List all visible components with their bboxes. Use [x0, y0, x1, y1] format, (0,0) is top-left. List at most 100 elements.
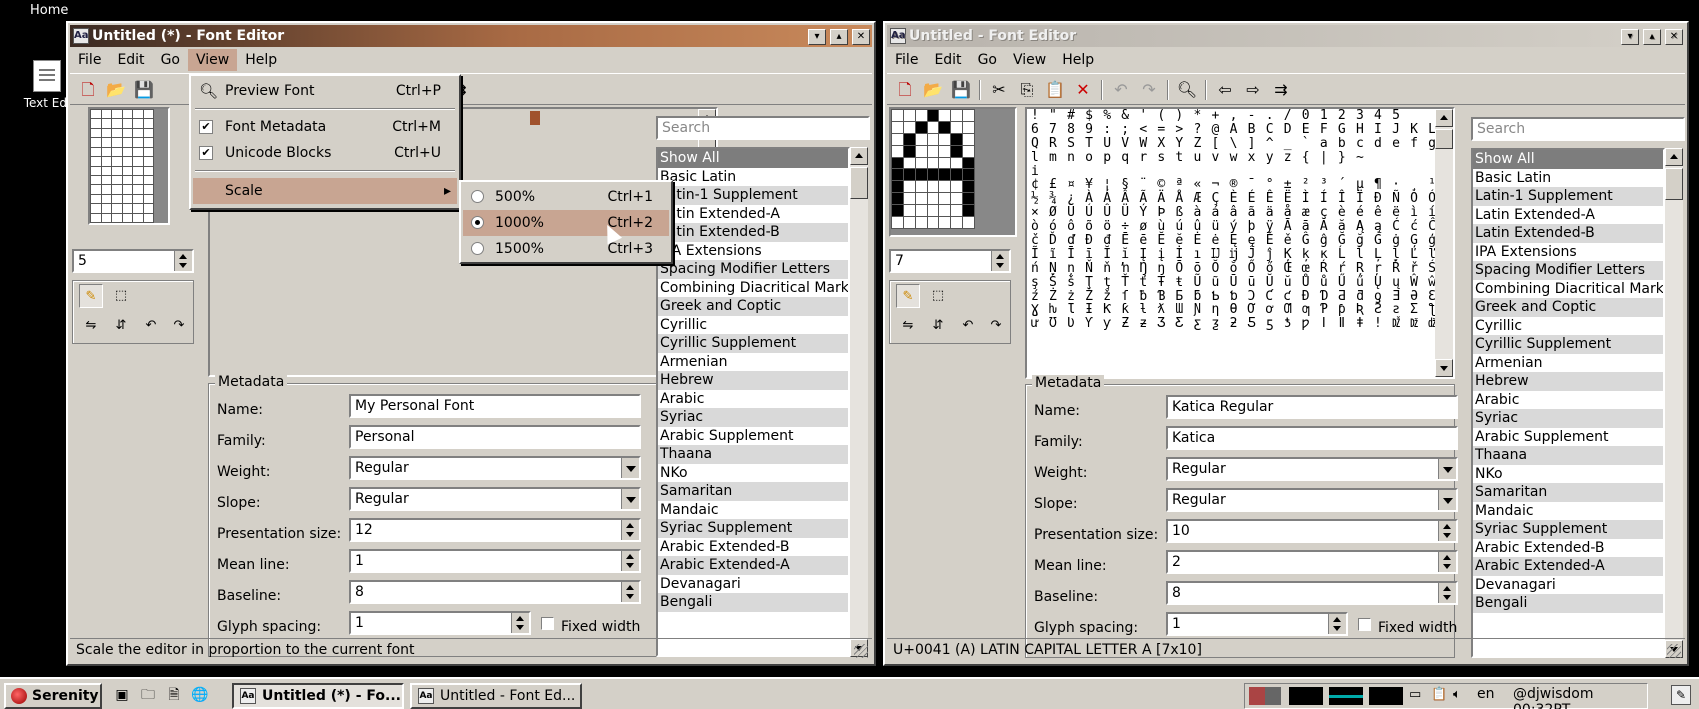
menu-item-scale[interactable]: Scale ▸	[193, 178, 457, 204]
unicode-block-item[interactable]: IPA Extensions	[1473, 242, 1663, 261]
unicode-block-item[interactable]: Mandaic	[658, 500, 848, 519]
close-button[interactable]: ✕	[852, 29, 870, 45]
unicode-block-item[interactable]: Greek and Coptic	[1473, 298, 1663, 317]
unicode-block-item[interactable]: Arabic Extended-B	[1473, 538, 1663, 557]
mean-line-spinbox[interactable]: 1	[349, 549, 641, 573]
pen-tool-icon[interactable]: ✎	[79, 284, 103, 308]
go-to-glyph-icon[interactable]: ⇉	[1269, 78, 1293, 102]
maximize-button[interactable]: ▴	[1643, 29, 1661, 45]
resize-grip[interactable]	[854, 644, 868, 658]
presentation-size-spinbox[interactable]: 10	[1166, 519, 1458, 543]
menu-item-scale-1000[interactable]: 1000% Ctrl+2	[463, 210, 669, 236]
unicode-block-item[interactable]: Basic Latin	[1473, 168, 1663, 187]
menu-item-scale-500[interactable]: 500% Ctrl+1	[463, 184, 669, 210]
menu-file[interactable]: File	[887, 49, 926, 71]
slope-combobox[interactable]: Regular	[1166, 488, 1458, 512]
unicode-block-item[interactable]: Arabic Extended-A	[1473, 557, 1663, 576]
minimize-button[interactable]: ▾	[1621, 29, 1639, 45]
unicode-block-item[interactable]: Combining Diacritical Marks	[1473, 279, 1663, 298]
unicode-blocks-list[interactable]: Show All Basic Latin Latin-1 Supplement Lat…	[656, 147, 850, 657]
block-search-input[interactable]: Search	[1471, 117, 1685, 141]
unicode-block-item[interactable]: Arabic	[1473, 390, 1663, 409]
glyph-map-row[interactable]: 6 7 8 9 : ; < = > ? @ A B C D E F G H I …	[1027, 122, 1435, 137]
blocks-scrollbar[interactable]	[1665, 148, 1683, 658]
menu-go[interactable]: Go	[153, 49, 188, 71]
preview-magnifier-icon[interactable]: 🔍︎	[1175, 78, 1199, 102]
blocks-scroll-thumb[interactable]	[1665, 168, 1683, 200]
family-field[interactable]: Katica	[1166, 426, 1458, 450]
slope-combobox[interactable]: Regular	[349, 487, 641, 511]
unicode-block-item[interactable]: Spacing Modifier Letters	[658, 260, 848, 279]
unicode-block-item[interactable]: Hebrew	[1473, 372, 1663, 391]
maximize-button[interactable]: ▴	[830, 29, 848, 45]
unicode-blocks-list[interactable]: Show All Basic Latin Latin-1 Supplement Lat…	[1471, 148, 1665, 658]
undo-icon[interactable]: ↶	[1109, 78, 1133, 102]
unicode-block-item[interactable]: Cyrillic	[1473, 316, 1663, 335]
unicode-block-item[interactable]: Combining Diacritical Marks	[658, 278, 848, 297]
save-icon[interactable]: 💾	[949, 78, 973, 102]
glyph-map-row[interactable]: l m n o p q r s t u v w x y z { | } ~	[1027, 150, 1435, 165]
blocks-scroll-up[interactable]	[1665, 148, 1683, 166]
unicode-block-item[interactable]: Latin Extended-B	[1473, 224, 1663, 243]
menu-item-scale-1500[interactable]: 1500% Ctrl+3	[463, 236, 669, 262]
task-button-untitled-modified[interactable]: Aa Untitled (*) - Fo...	[232, 683, 404, 709]
scroll-up-arrow[interactable]	[1435, 109, 1453, 127]
weight-combobox[interactable]: Regular	[1166, 457, 1458, 481]
unicode-block-item[interactable]: Arabic Extended-B	[658, 537, 848, 556]
glyph-map-scrollbar[interactable]	[1435, 109, 1453, 377]
unicode-block-item[interactable]: Greek and Coptic	[658, 297, 848, 316]
glyph-number-input[interactable]: 7	[889, 249, 1011, 273]
baseline-spinbox[interactable]: 8	[1166, 581, 1458, 605]
glyph-map-row[interactable]: ń Ņ ņ Ň ň ŉ Ŋ ŋ Ō ō Ŏ ŏ Ő ő Œ œ Ŕ ŕ Ŗ ŗ …	[1027, 261, 1435, 276]
file-manager-quicklaunch-icon[interactable]: 🗀	[136, 683, 160, 707]
glyph-pixel-grid[interactable]	[90, 109, 154, 223]
unicode-block-item[interactable]: Basic Latin	[658, 167, 848, 186]
unicode-block-item[interactable]: Samaritan	[658, 482, 848, 501]
unicode-block-item[interactable]: Cyrillic	[658, 315, 848, 334]
glyph-map-characters[interactable]: ! " # $ % & ' ( ) * + , - . / 0 1 2 3 4 …	[1027, 109, 1435, 377]
next-glyph-icon[interactable]: ⇨	[1241, 78, 1265, 102]
glyph-spacing-spinner[interactable]	[1328, 614, 1346, 634]
unicode-block-item[interactable]: Arabic Supplement	[1473, 427, 1663, 446]
window-2-titlebar[interactable]: Aa Untitled - Font Editor ▾ ▴ ✕	[887, 25, 1685, 47]
new-font-icon[interactable]: 🗋	[893, 78, 917, 102]
terminal-quicklaunch-icon[interactable]: ▣	[110, 683, 134, 707]
unicode-block-item[interactable]: Hebrew	[658, 371, 848, 390]
presentation-size-spinner[interactable]	[1438, 521, 1456, 541]
mean-line-spinner[interactable]	[621, 551, 639, 571]
unicode-block-item[interactable]: Arabic Supplement	[658, 426, 848, 445]
paste-icon[interactable]: 📋	[1043, 78, 1067, 102]
glyph-spacing-spinbox[interactable]: 1	[349, 611, 531, 635]
desktop-home-label[interactable]: Home	[30, 3, 68, 18]
blocks-scroll-up[interactable]	[850, 147, 868, 165]
glyph-map-row[interactable]: ! " # $ % & ' ( ) * + , - . / 0 1 2 3 4 …	[1027, 109, 1435, 123]
glyph-pixel-grid[interactable]	[891, 109, 975, 229]
keyboard-layout[interactable]: en	[1477, 686, 1495, 702]
clipboard-icon[interactable]: 📋	[1431, 687, 1447, 702]
unicode-block-item[interactable]: Bengali	[1473, 594, 1663, 613]
unicode-block-item[interactable]: Mandaic	[1473, 501, 1663, 520]
glyph-spacing-spinbox[interactable]: 1	[1166, 612, 1348, 636]
unicode-block-item[interactable]: Syriac Supplement	[1473, 520, 1663, 539]
desktop-switcher-icon[interactable]	[1249, 687, 1281, 705]
unicode-block-item[interactable]: Syriac	[658, 408, 848, 427]
unicode-block-item[interactable]: Thaana	[658, 445, 848, 464]
unicode-block-item[interactable]: Thaana	[1473, 446, 1663, 465]
glyph-number-spinner[interactable]	[174, 251, 192, 271]
start-button[interactable]: Serenity	[4, 683, 102, 709]
glyph-map-row[interactable]: č Ď ď Đ đ Ē ē Ĕ ĕ Ė ė Ę ę Ě ě Ĝ ĝ Ğ ğ Ġ …	[1027, 234, 1435, 248]
blocks-scroll-thumb[interactable]	[850, 167, 868, 199]
fixed-width-checkbox[interactable]	[541, 617, 554, 630]
notification-icon[interactable]: ✎	[1671, 685, 1691, 705]
flip-horizontal-icon[interactable]: ⇋	[896, 314, 920, 338]
rotate-left-icon[interactable]: ↶	[956, 314, 980, 338]
block-search-input[interactable]: Search	[656, 116, 870, 140]
volume-icon[interactable]: 🔈︎	[1453, 687, 1461, 702]
unicode-block-item[interactable]: Armenian	[1473, 353, 1663, 372]
glyph-number-input[interactable]: 5	[72, 249, 194, 273]
unicode-block-item[interactable]: Arabic	[658, 389, 848, 408]
task-button-untitled[interactable]: Aa Untitled - Font Ed...	[410, 683, 582, 709]
baseline-spinner[interactable]	[1438, 583, 1456, 603]
baseline-spinner[interactable]	[621, 582, 639, 602]
unicode-block-item[interactable]: Cyrillic Supplement	[1473, 335, 1663, 354]
